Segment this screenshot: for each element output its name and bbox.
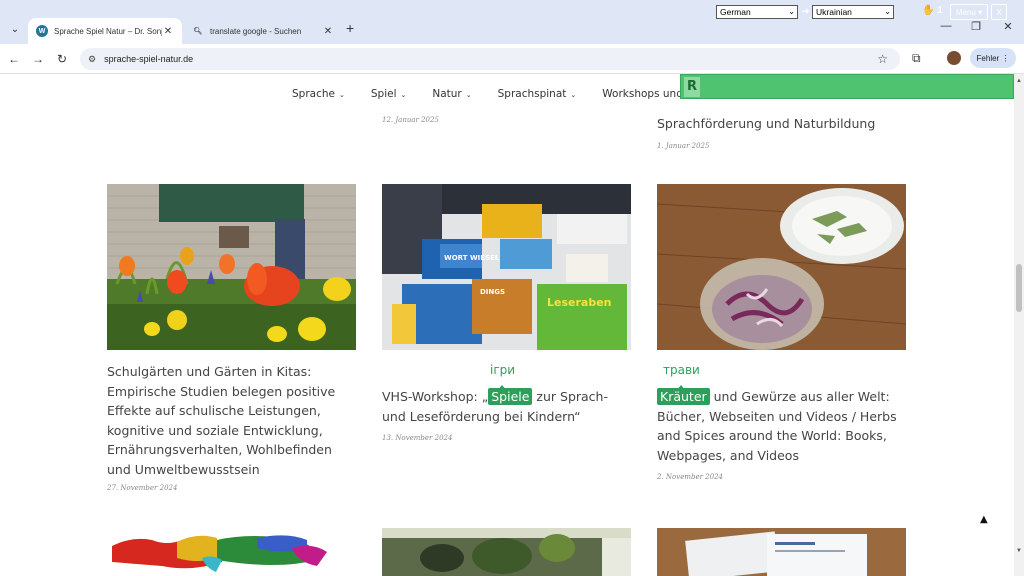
- game-box-label: DINGS: [480, 288, 505, 296]
- url-text: sprache-spiel-natur.de: [104, 54, 194, 64]
- plants-photo[interactable]: [382, 528, 631, 576]
- chevron-down-icon: ⌄: [400, 91, 407, 99]
- nav-item-sprachspinat[interactable]: Sprachspinat ⌄: [498, 88, 577, 100]
- chevron-down-icon: ⌄: [465, 91, 472, 99]
- chevron-down-icon: ⌄: [788, 7, 795, 16]
- web-page: Sprache ⌄ Spiel ⌄ Natur ⌄ Sprachspinat ⌄ Wor…: [0, 74, 1014, 576]
- site-settings-icon[interactable]: ⚙: [88, 54, 96, 65]
- translation-count: ✋ 1: [922, 5, 943, 16]
- nav-item-sprache[interactable]: Sprache ⌄: [292, 88, 345, 100]
- wordpress-icon: W: [36, 25, 48, 37]
- address-bar[interactable]: ⚙ sprache-spiel-natur.de ☆: [80, 48, 900, 70]
- translator-logo: R: [684, 76, 700, 97]
- search-icon: 🔍︎: [193, 28, 203, 35]
- tab-sprache-spiel-natur[interactable]: W Sprache Spiel Natur – Dr. Sonja ✕: [28, 18, 182, 44]
- scroll-down-icon[interactable]: ▼: [1016, 548, 1022, 554]
- extensions-puzzle-icon[interactable]: ⧉: [912, 51, 921, 66]
- minimize-button[interactable]: —: [936, 20, 956, 32]
- game-box-label: WORT WIESEL: [444, 254, 500, 262]
- back-to-top-button[interactable]: ▲: [980, 514, 988, 525]
- game-box-label: Leseraben: [547, 296, 612, 309]
- herbs-spices-photo[interactable]: [657, 184, 906, 350]
- avatar[interactable]: [947, 51, 961, 65]
- back-arrow-icon[interactable]: ←: [6, 51, 22, 67]
- profile-error-button[interactable]: Fehler ⋮: [970, 48, 1016, 68]
- post-title-link[interactable]: Kräuter und Gewürze aus aller Welt: Büch…: [657, 387, 907, 465]
- post-title-link[interactable]: Schulgärten und Gärten in Kitas: Empiris…: [107, 362, 357, 480]
- bookmark-star-icon[interactable]: ☆: [877, 52, 888, 66]
- chevron-down-icon: ⌄: [884, 7, 891, 16]
- chevron-down-icon: ⌄: [570, 91, 577, 99]
- garden-photo[interactable]: [107, 184, 356, 350]
- arrow-right-icon: ➜: [802, 6, 810, 16]
- nav-item-spiel[interactable]: Spiel ⌄: [371, 88, 407, 100]
- new-tab-button[interactable]: +: [346, 20, 354, 36]
- post-date: 12. Januar 2025: [382, 116, 439, 124]
- highlighted-word[interactable]: Kräuter: [657, 388, 710, 405]
- close-tab-icon[interactable]: ✕: [322, 26, 334, 37]
- post-date: 27. November 2024: [107, 484, 178, 492]
- world-map-photo[interactable]: [107, 528, 356, 576]
- scroll-up-icon[interactable]: ▲: [1016, 78, 1022, 84]
- post-date: 1. Januar 2025: [657, 142, 710, 150]
- chevron-down-icon: ⌄: [338, 91, 345, 99]
- board-games-photo[interactable]: WORT WIESEL Leseraben DINGS: [382, 184, 631, 350]
- close-window-button[interactable]: ✕: [998, 20, 1018, 33]
- translation-popup: ігри: [490, 363, 516, 377]
- browser-toolbar: ← → ↻ ⚙ sprache-spiel-natur.de ☆: [0, 44, 1024, 74]
- post-date: 2. November 2024: [657, 473, 723, 481]
- highlighted-word[interactable]: Spiele: [488, 388, 533, 405]
- maximize-button[interactable]: ❐: [966, 20, 986, 33]
- translator-close-button[interactable]: X: [991, 4, 1007, 20]
- page-scrollbar[interactable]: [1014, 74, 1024, 576]
- source-language-select[interactable]: German ⌄: [716, 5, 798, 19]
- documents-photo[interactable]: [657, 528, 906, 576]
- post-title-link[interactable]: VHS-Workshop: „ Spiele zur Sprach- und Le…: [382, 387, 632, 426]
- tab-search-button[interactable]: ⌄: [6, 20, 24, 38]
- tab-translate-google[interactable]: 🔍︎ translate google - Suchen ✕: [184, 18, 342, 44]
- translator-menu-button[interactable]: Menu ▾: [950, 4, 988, 20]
- nav-item-natur[interactable]: Natur ⌄: [432, 88, 471, 100]
- translator-extension-bar: R: [680, 74, 1014, 99]
- reload-icon[interactable]: ↻: [54, 51, 70, 67]
- hand-icon: ✋: [922, 5, 935, 16]
- post-date: 13. November 2024: [382, 434, 453, 442]
- translation-popup: трави: [663, 363, 700, 377]
- scrollbar-thumb[interactable]: [1016, 264, 1022, 312]
- post-title-link[interactable]: Sprachförderung und Naturbildung: [657, 116, 875, 131]
- target-language-select[interactable]: Ukrainian ⌄: [812, 5, 894, 19]
- forward-arrow-icon[interactable]: →: [30, 51, 46, 67]
- close-tab-icon[interactable]: ✕: [162, 26, 174, 37]
